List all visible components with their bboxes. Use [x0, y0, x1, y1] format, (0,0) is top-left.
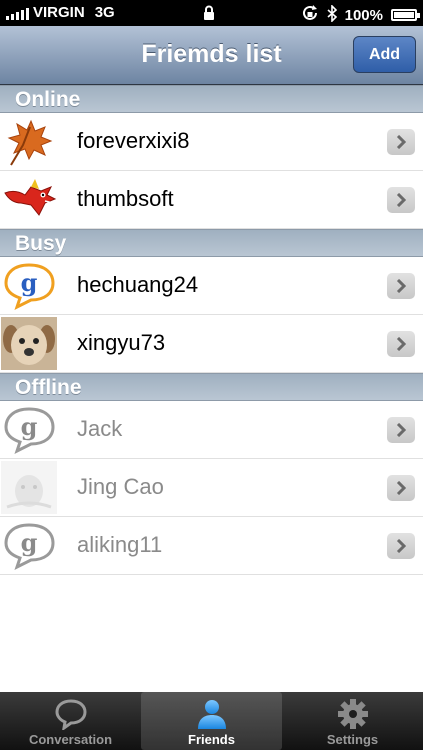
friend-row[interactable]: foreverxixi8: [0, 113, 423, 171]
chevron-right-icon: [396, 539, 406, 553]
tab-label: Friends: [188, 732, 235, 747]
rotation-lock-icon: [301, 4, 319, 26]
lock-icon: [203, 5, 215, 24]
section-header-offline: Offline: [0, 373, 423, 401]
friend-row[interactable]: g hechuang24: [0, 257, 423, 315]
friend-name: Jack: [77, 416, 123, 441]
tab-label: Conversation: [28, 732, 113, 747]
detail-disclosure-button[interactable]: [387, 417, 415, 443]
detail-disclosure-button[interactable]: [387, 129, 415, 155]
friend-name: Jing Cao: [77, 474, 164, 499]
battery-percent: 100%: [344, 6, 383, 24]
network-type: 3G: [94, 4, 115, 21]
faded-photo: [1, 461, 57, 514]
person-icon: [197, 700, 226, 729]
chevron-right-icon: [396, 279, 406, 293]
section-header-online: Online: [0, 85, 423, 113]
friend-name: thumbsoft: [77, 186, 174, 211]
svg-text:g: g: [21, 268, 38, 297]
chevron-right-icon: [396, 481, 406, 495]
maple-leaf-icon: [1, 115, 57, 168]
chevron-right-icon: [396, 135, 406, 149]
svg-text:g: g: [21, 412, 38, 441]
red-dragon-icon: [1, 173, 57, 226]
friend-row[interactable]: thumbsoft: [0, 171, 423, 229]
friend-row[interactable]: g Jack: [0, 401, 423, 459]
svg-text:g: g: [21, 528, 38, 557]
puppy-photo: [1, 317, 57, 370]
friends-list: Online foreverxixi8 thumbsoft Busy g hec…: [0, 85, 423, 575]
gtalk-bubble-gray-icon: g: [1, 519, 57, 572]
detail-disclosure-button[interactable]: [387, 331, 415, 357]
tab-friends[interactable]: Friends: [141, 692, 282, 750]
friend-name: xingyu73: [77, 330, 166, 355]
gtalk-bubble-gray-icon: g: [1, 403, 57, 456]
bluetooth-icon: [327, 3, 337, 26]
battery-icon: [391, 9, 420, 21]
friend-name: foreverxixi8: [77, 128, 190, 153]
speech-bubble-icon: [54, 699, 87, 730]
add-friend-button[interactable]: Add: [353, 36, 416, 73]
detail-disclosure-button[interactable]: [387, 475, 415, 501]
chevron-right-icon: [396, 337, 406, 351]
detail-disclosure-button[interactable]: [387, 187, 415, 213]
tab-conversation[interactable]: Conversation: [0, 692, 141, 750]
friend-name: aliking11: [77, 532, 163, 557]
carrier-name: VIRGIN: [33, 4, 85, 21]
gear-icon: [337, 699, 368, 729]
section-header-busy: Busy: [0, 229, 423, 257]
gtalk-bubble-icon: g: [1, 259, 57, 312]
navigation-bar: Friemds list Add: [0, 26, 423, 85]
friend-row[interactable]: g aliking11: [0, 517, 423, 575]
chevron-right-icon: [396, 423, 406, 437]
friend-row[interactable]: xingyu73: [0, 315, 423, 373]
detail-disclosure-button[interactable]: [387, 533, 415, 559]
tab-bar: Conversation Friends Settings: [0, 692, 423, 750]
signal-strength-icon: [6, 6, 29, 20]
detail-disclosure-button[interactable]: [387, 273, 415, 299]
status-bar: VIRGIN 3G 100%: [0, 0, 423, 26]
friend-name: hechuang24: [77, 272, 199, 297]
tab-settings[interactable]: Settings: [282, 692, 423, 750]
chevron-right-icon: [396, 193, 406, 207]
tab-label: Settings: [326, 732, 379, 747]
friend-row[interactable]: Jing Cao: [0, 459, 423, 517]
